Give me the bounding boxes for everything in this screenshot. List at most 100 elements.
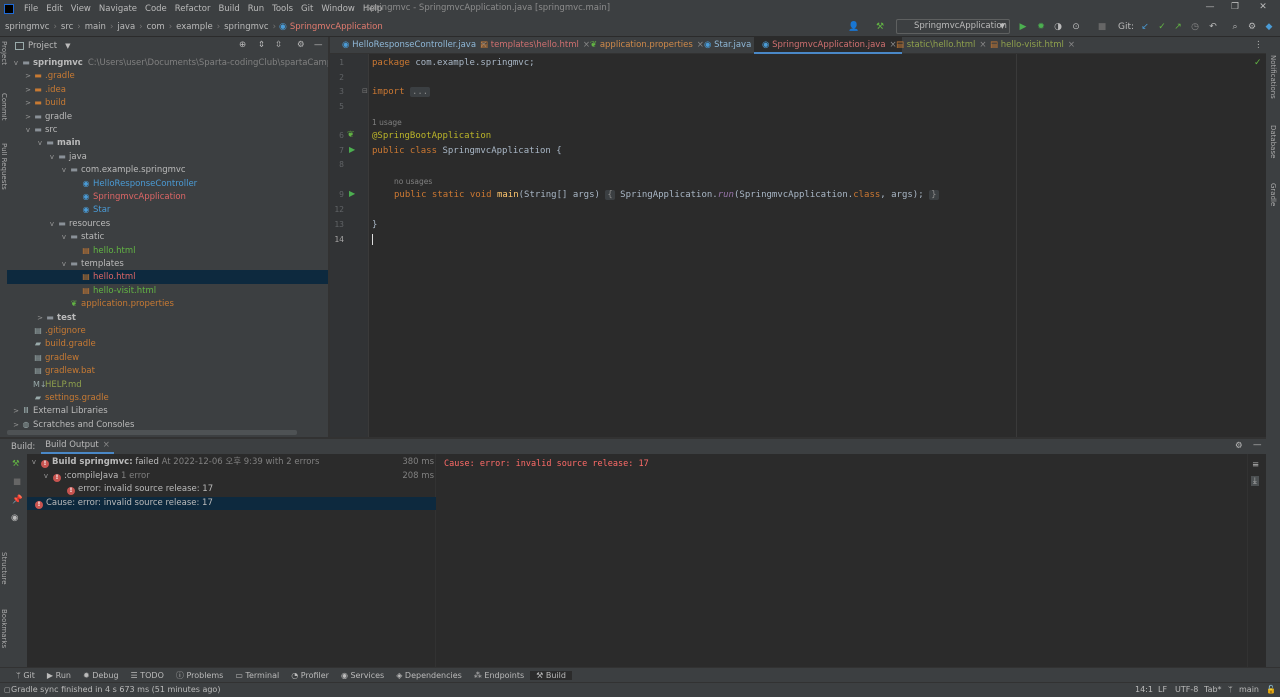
project-tree-item[interactable]: v ▬ src: [7, 123, 328, 137]
project-tree-item[interactable]: ❦ application.properties: [7, 297, 328, 311]
project-tree-item[interactable]: > Ⅲ External Libraries: [7, 404, 328, 418]
run-config-selector[interactable]: SpringmvcApplication ▼: [896, 19, 1010, 34]
expand-all-icon[interactable]: ⇕: [258, 40, 265, 50]
close-tab-icon[interactable]: ×: [103, 440, 110, 450]
project-tree-item[interactable]: ▤ gradlew.bat: [7, 364, 328, 378]
build-row[interactable]: ! Cause: error: invalid source release: 1…: [27, 496, 436, 510]
project-tree-item[interactable]: ▰ settings.gradle: [7, 391, 328, 405]
debug-icon[interactable]: ✹: [1034, 21, 1048, 34]
tab-debug[interactable]: ✹ Debug: [77, 671, 125, 680]
gradle-tool-tab[interactable]: Gradle: [1269, 183, 1277, 206]
build-row[interactable]: v! Build springmvc: failed At 2022-12-06 …: [27, 456, 436, 470]
tab-git[interactable]: ᛘ Git: [10, 671, 41, 680]
tab-build[interactable]: ⚒ Build: [530, 670, 572, 680]
project-tree-item[interactable]: ◉ HelloResponseController: [7, 177, 328, 191]
caret-position[interactable]: 14:1: [1135, 683, 1153, 697]
folded-imports[interactable]: ...: [409, 87, 431, 97]
scroll-to-end-icon[interactable]: ⤓: [1251, 476, 1259, 486]
editor-tab[interactable]: ❦ application.properties ×: [582, 37, 704, 54]
project-tree-item[interactable]: ▤ hello.html: [7, 270, 328, 284]
project-tree-item[interactable]: v ▬ com.example.springmvc: [7, 163, 328, 177]
restore-icon[interactable]: ❐: [1228, 2, 1242, 14]
menu-build[interactable]: Build: [214, 4, 243, 14]
breadcrumb-item[interactable]: example: [173, 22, 216, 32]
tab-todo[interactable]: ☰ TODO: [125, 671, 170, 680]
soft-wrap-icon[interactable]: ≡: [1252, 460, 1259, 470]
project-tree-item[interactable]: v ▬ springmvc C:\Users\user\Documents\Spart…: [7, 56, 328, 70]
menu-view[interactable]: View: [67, 4, 95, 14]
editor-tab[interactable]: ▤ hello-visit.html ×: [982, 37, 1078, 54]
project-tree-item[interactable]: > ▬ .idea: [7, 83, 328, 97]
project-tree-item[interactable]: ▤ .gitignore: [7, 324, 328, 338]
project-tree-item[interactable]: ▤ hello.html: [7, 244, 328, 258]
project-tree-item[interactable]: ◉ SpringmvcApplication: [7, 190, 328, 204]
git-push-icon[interactable]: ↗: [1172, 21, 1184, 34]
gear-icon[interactable]: ⚙: [297, 40, 305, 50]
collapse-all-icon[interactable]: ⇳: [275, 40, 282, 50]
indent-setting[interactable]: Tab*: [1204, 683, 1222, 697]
close-tab-icon[interactable]: ×: [1068, 40, 1075, 50]
project-tree-item[interactable]: v ▬ templates: [7, 257, 328, 271]
menu-file[interactable]: File: [20, 4, 42, 14]
build-console[interactable]: Cause: error: invalid source release: 17: [437, 454, 1247, 667]
project-tree-item[interactable]: ▰ build.gradle: [7, 337, 328, 351]
project-tree-item[interactable]: > ▬ gradle: [7, 110, 328, 124]
settings-icon[interactable]: ⚙: [1246, 21, 1258, 34]
profile-icon[interactable]: ⊙: [1068, 21, 1084, 34]
project-view-selector[interactable]: Project: [28, 41, 57, 51]
database-tool-tab[interactable]: Database: [1269, 125, 1277, 158]
usage-hint[interactable]: no usages: [394, 177, 432, 186]
menu-git[interactable]: Git: [297, 4, 317, 14]
code-line[interactable]: package com.example.springmvc;: [372, 58, 535, 68]
project-tree-item[interactable]: v ▬ java: [7, 150, 328, 164]
breadcrumb-item[interactable]: src: [58, 22, 76, 32]
stop-icon[interactable]: ■: [13, 477, 21, 487]
code-line[interactable]: }: [372, 220, 377, 230]
code-line[interactable]: @SpringBootApplication: [372, 131, 491, 141]
menu-window[interactable]: Window: [317, 4, 359, 14]
usage-hint[interactable]: 1 usage: [372, 118, 402, 127]
breadcrumb-item[interactable]: java: [114, 22, 138, 32]
build-row[interactable]: ! error: invalid source release: 17: [27, 483, 436, 497]
line-separator[interactable]: LF: [1158, 683, 1167, 697]
editor-tab[interactable]: ◉ SpringmvcApplication.java ×: [754, 37, 902, 54]
project-tree-item[interactable]: > ▬ test: [7, 311, 328, 325]
project-tree-item[interactable]: ▤ hello-visit.html: [7, 284, 328, 298]
hide-panel-icon[interactable]: —: [314, 40, 323, 50]
run-gutter-icon[interactable]: ▶: [349, 189, 355, 198]
tab-build-output[interactable]: Build Output ×: [41, 439, 114, 454]
project-tree-item[interactable]: v ▬ main: [7, 136, 328, 150]
status-message[interactable]: Gradle sync finished in 4 s 673 ms (51 m…: [11, 683, 220, 697]
hammer-icon[interactable]: ⚒: [12, 459, 20, 469]
rollback-icon[interactable]: ↶: [1207, 21, 1219, 34]
chevron-down-icon[interactable]: ▼: [65, 42, 70, 50]
editor-tab[interactable]: ▤ templates\hello.html ×: [472, 37, 590, 54]
coverage-icon[interactable]: ◑: [1051, 21, 1065, 34]
tab-terminal[interactable]: ▭ Terminal: [229, 671, 285, 680]
file-encoding[interactable]: UTF-8: [1175, 683, 1198, 697]
history-icon[interactable]: ◷: [1189, 21, 1201, 34]
hammer-icon[interactable]: ⚒: [873, 21, 887, 34]
inspection-ok-icon[interactable]: ✓: [1254, 58, 1262, 68]
project-tree-item[interactable]: > ▬ .gradle: [7, 69, 328, 83]
project-tree-item[interactable]: ▤ gradlew: [7, 351, 328, 365]
ide-logo-icon[interactable]: ◆: [1263, 21, 1275, 34]
tab-dependencies[interactable]: ◈ Dependencies: [390, 671, 468, 680]
tab-options-icon[interactable]: ⋮: [1254, 40, 1263, 50]
menu-run[interactable]: Run: [244, 4, 268, 14]
hide-panel-icon[interactable]: —: [1253, 440, 1262, 450]
project-tree-item[interactable]: M↓HELP.md: [7, 378, 328, 392]
editor-tab[interactable]: ▤ static\hello.html ×: [888, 37, 988, 54]
pin-icon[interactable]: 📌: [12, 495, 23, 505]
tab-profiler[interactable]: ◔ Profiler: [285, 671, 335, 680]
build-row[interactable]: v!:compileJava 1 error 208 ms: [27, 470, 436, 484]
run-icon[interactable]: ▶: [1016, 21, 1030, 34]
minimize-icon[interactable]: —: [1203, 2, 1217, 14]
git-commit-icon[interactable]: ✓: [1156, 21, 1168, 34]
status-toggle-icon[interactable]: ▢: [4, 683, 11, 697]
eye-icon[interactable]: ◉: [11, 513, 18, 523]
menu-edit[interactable]: Edit: [42, 4, 66, 14]
fold-icon[interactable]: ⊟: [362, 87, 368, 95]
project-tree-item[interactable]: v ▬ static: [7, 230, 328, 244]
project-tree-item[interactable]: ◉ Star: [7, 203, 328, 217]
